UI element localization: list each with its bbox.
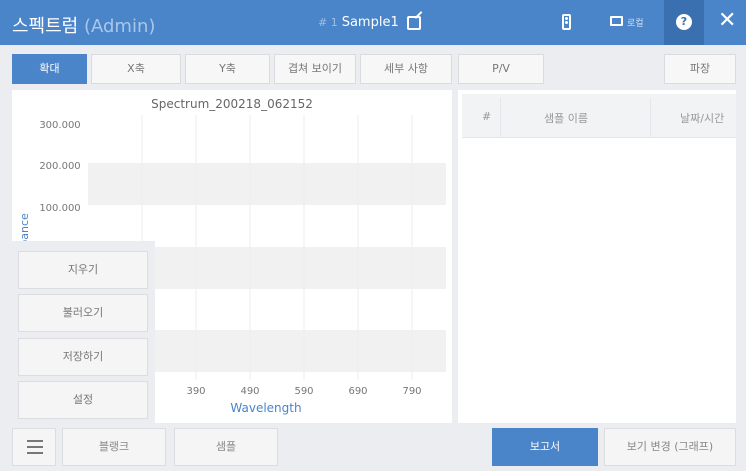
chart-title: Spectrum_200218_062152	[151, 97, 313, 111]
y-tick-label: 200.000	[39, 161, 80, 172]
admin-label: (Admin)	[83, 16, 156, 37]
menu-button[interactable]	[12, 428, 56, 466]
x-axis-label: Wavelength	[230, 401, 301, 415]
sample-name-area[interactable]: # 1 Sample1	[318, 15, 421, 30]
sample-name: Sample1	[341, 15, 399, 30]
connection-label[interactable]: 로컬	[627, 16, 644, 29]
sample-number: # 1	[318, 16, 338, 29]
tab-x-axis[interactable]: X축	[91, 54, 181, 84]
app-title-text: 스펙트럼	[12, 16, 79, 37]
traffic-light-icon[interactable]	[562, 14, 571, 30]
sample-button[interactable]: 샘플	[174, 428, 278, 466]
tab-y-axis[interactable]: Y축	[185, 54, 270, 84]
load-button[interactable]: 불러오기	[18, 294, 148, 332]
tab-overlay[interactable]: 겹쳐 보이기	[274, 54, 356, 84]
view-change-button[interactable]: 보기 변경 (그래프)	[604, 428, 736, 466]
column-number[interactable]: #	[482, 110, 491, 123]
column-sample-name[interactable]: 샘플 이름	[544, 110, 588, 126]
side-menu: 지우기 불러오기 저장하기 설정	[12, 241, 155, 423]
sample-list-panel: # 샘플 이름 날짜/시간	[458, 90, 736, 423]
blank-button[interactable]: 블랭크	[62, 428, 166, 466]
chat-icon[interactable]	[610, 16, 623, 26]
settings-button[interactable]: 설정	[18, 381, 148, 419]
x-tick-label: 390	[186, 386, 205, 397]
app-header: 스펙트럼 (Admin) # 1 Sample1 로컬 ? ✕	[0, 0, 746, 45]
hamburger-icon	[27, 446, 43, 448]
report-button[interactable]: 보고서	[492, 428, 598, 466]
edit-icon[interactable]	[406, 15, 421, 30]
hamburger-icon	[27, 440, 43, 442]
help-icon: ?	[676, 14, 692, 30]
y-tick-label: 100.000	[39, 203, 80, 214]
tab-pv[interactable]: P/V	[458, 54, 544, 84]
app-title: 스펙트럼 (Admin)	[12, 12, 155, 38]
x-tick-label: 490	[240, 386, 259, 397]
clear-button[interactable]: 지우기	[18, 251, 148, 289]
x-tick-label: 690	[348, 386, 367, 397]
y-tick-label: 300.000	[39, 120, 80, 131]
sample-list-header: # 샘플 이름 날짜/시간	[462, 94, 736, 138]
column-date-time[interactable]: 날짜/시간	[680, 110, 724, 126]
x-tick-label: 590	[294, 386, 313, 397]
tab-details[interactable]: 세부 사항	[360, 54, 452, 84]
tab-zoom[interactable]: 확대	[12, 54, 87, 84]
help-button[interactable]: ?	[664, 0, 704, 45]
x-tick-label: 790	[402, 386, 421, 397]
tab-wavelength[interactable]: 파장	[664, 54, 736, 84]
hamburger-icon	[27, 452, 43, 454]
close-button[interactable]: ✕	[718, 9, 736, 33]
column-divider	[650, 98, 651, 138]
column-divider	[500, 98, 501, 138]
save-button[interactable]: 저장하기	[18, 338, 148, 376]
